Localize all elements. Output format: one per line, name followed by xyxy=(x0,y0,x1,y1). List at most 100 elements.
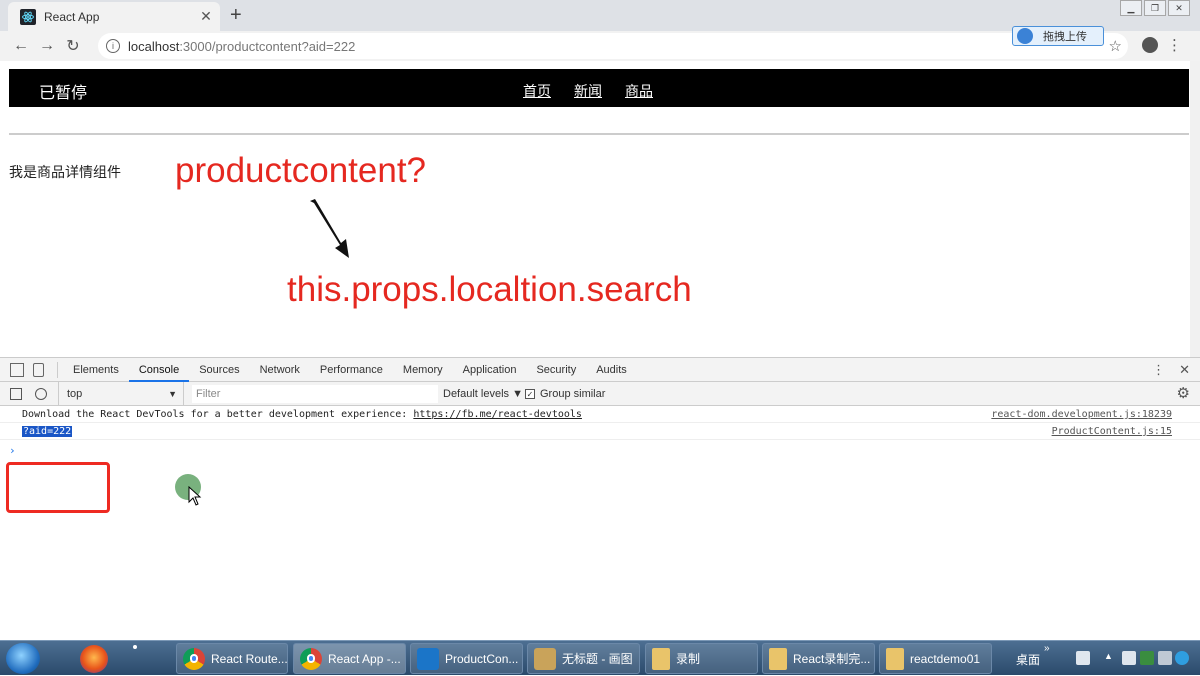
tab-elements[interactable]: Elements xyxy=(63,358,129,382)
devtools-tabs: Elements Console Sources Network Perform… xyxy=(63,358,637,382)
group-similar-label: Group similar xyxy=(540,388,606,400)
network-icon[interactable] xyxy=(1140,651,1154,665)
reload-icon[interactable]: ↻ xyxy=(60,36,86,56)
devtools-link[interactable]: https://fb.me/react-devtools xyxy=(413,409,582,420)
tab-title: React App xyxy=(44,9,100,24)
close-window-icon[interactable]: ✕ xyxy=(1168,0,1190,16)
back-icon[interactable]: ← xyxy=(8,37,34,55)
taskbar-item[interactable]: ProductCon... xyxy=(410,643,523,674)
taskbar-item[interactable]: React Route... xyxy=(176,643,288,674)
keyboard-icon[interactable] xyxy=(1076,651,1090,665)
tab-audits[interactable]: Audits xyxy=(586,358,637,382)
tab-console[interactable]: Console xyxy=(128,358,190,382)
source-link[interactable]: react-dom.development.js:18239 xyxy=(991,409,1172,420)
page-scrollbar[interactable] xyxy=(1190,61,1200,357)
checkbox-checked-icon[interactable]: ✓ xyxy=(525,389,535,399)
taskbar-item-label: 录制 xyxy=(676,652,701,666)
nav-link-news[interactable]: 新闻 xyxy=(574,81,602,101)
taskbar-item-label: reactdemo01 xyxy=(910,651,981,666)
tray-expand-icon[interactable]: ▲ xyxy=(1104,651,1118,665)
header-brand: 已暂停 xyxy=(39,85,88,102)
console-output: Download the React DevTools for a better… xyxy=(0,406,1200,641)
devtools-close-icon[interactable]: ✕ xyxy=(1179,362,1190,378)
tab-sources[interactable]: Sources xyxy=(189,358,249,382)
restore-icon[interactable]: ❐ xyxy=(1144,0,1166,16)
taskbar-item[interactable]: React App -... xyxy=(293,643,406,674)
volume-icon[interactable] xyxy=(1158,651,1172,665)
console-filter-input[interactable]: Filter xyxy=(192,385,438,403)
menu-icon[interactable]: ⋮ xyxy=(1167,36,1182,54)
console-prompt[interactable]: › xyxy=(9,444,16,457)
devtools-menu-icon[interactable]: ⋮ xyxy=(1152,362,1165,378)
start-button[interactable] xyxy=(6,643,40,674)
main-nav: 首页 新闻 商品 xyxy=(523,81,653,101)
upload-label: 拖拽上传 xyxy=(1043,31,1087,43)
devtools-panel: Elements Console Sources Network Perform… xyxy=(0,357,1200,640)
console-row: ?aid=222 ProductContent.js:15 xyxy=(0,423,1200,440)
taskbar-item-label: React Route... xyxy=(211,651,288,666)
profile-icon[interactable] xyxy=(1142,37,1158,53)
console-message: ?aid=222 xyxy=(22,426,73,437)
log-levels-dropdown[interactable]: Default levels ▼ xyxy=(443,382,523,406)
tray-status-icon[interactable] xyxy=(1175,651,1189,665)
taskbar-item[interactable]: React录制完... xyxy=(762,643,875,674)
annotation-query: productcontent? xyxy=(175,151,427,190)
chevron-down-icon: ▼ xyxy=(168,389,177,399)
new-tab-button[interactable]: + xyxy=(230,4,242,27)
tab-network[interactable]: Network xyxy=(250,358,310,382)
chrome-icon xyxy=(183,647,205,670)
taskbar-item-label: React App -... xyxy=(328,651,401,666)
site-info-icon[interactable]: i xyxy=(106,39,120,53)
devtools-tab-bar: Elements Console Sources Network Perform… xyxy=(0,358,1200,382)
mouse-cursor-icon xyxy=(188,486,202,506)
annotation-props: this.props.localtion.search xyxy=(287,270,692,309)
nav-link-products[interactable]: 商品 xyxy=(625,81,653,101)
system-tray: 桌面 » ▲ xyxy=(1010,641,1200,676)
device-toolbar-icon[interactable] xyxy=(33,363,44,377)
divider xyxy=(9,133,1189,135)
firefox-icon[interactable] xyxy=(80,645,108,673)
desktop-toolbar-label[interactable]: 桌面 xyxy=(1016,651,1040,668)
tab-security[interactable]: Security xyxy=(526,358,586,382)
taskbar-item[interactable]: reactdemo01 xyxy=(879,643,992,674)
tab-application[interactable]: Application xyxy=(453,358,527,382)
product-content-text: 我是商品详情组件 xyxy=(9,164,121,180)
os-taskbar: React Route... React App -... ProductCon… xyxy=(0,640,1200,675)
bookmark-star-icon[interactable]: ☆ xyxy=(1109,37,1122,55)
taskbar-item[interactable]: 录制 xyxy=(645,643,758,674)
clear-console-icon[interactable] xyxy=(35,388,47,400)
site-header: 已暂停 首页 新闻 商品 xyxy=(9,69,1189,107)
url-host: localhost xyxy=(128,38,180,54)
taskbar-item-label: ProductCon... xyxy=(445,651,519,666)
annotation-arrow-icon xyxy=(310,199,349,258)
taskbar-item[interactable]: 无标题 - 画图 xyxy=(527,643,640,674)
url-text: localhost:3000/productcontent?aid=222 xyxy=(128,39,355,54)
url-path: :3000/productcontent?aid=222 xyxy=(179,38,356,54)
url-bar[interactable]: i localhost:3000/productcontent?aid=222 xyxy=(98,33,1128,59)
console-text-selected[interactable]: ?aid=222 xyxy=(22,426,73,437)
folder-icon xyxy=(886,647,904,670)
toolbar-separator xyxy=(57,362,58,378)
nav-link-home[interactable]: 首页 xyxy=(523,81,551,101)
tab-react-app[interactable]: React App ✕ xyxy=(8,2,220,31)
minimize-icon[interactable]: ▁ xyxy=(1120,0,1142,16)
gear-icon[interactable]: ⚙ xyxy=(1177,384,1190,402)
show-sidebar-icon[interactable] xyxy=(10,388,22,400)
tab-performance[interactable]: Performance xyxy=(310,358,393,382)
devtools-right-controls: ⋮ ✕ xyxy=(1152,362,1190,378)
forward-icon[interactable]: → xyxy=(34,37,60,55)
group-similar-toggle[interactable]: ✓ Group similar xyxy=(525,382,605,406)
drag-upload-button[interactable]: 拖拽上传 xyxy=(1012,26,1104,46)
vscode-icon xyxy=(417,647,439,670)
tray-app-icon[interactable] xyxy=(1122,651,1136,665)
tab-memory[interactable]: Memory xyxy=(393,358,453,382)
context-value: top xyxy=(67,388,83,400)
console-message: Download the React DevTools for a better… xyxy=(22,409,582,420)
inspect-element-icon[interactable] xyxy=(10,363,24,377)
tab-close-icon[interactable]: ✕ xyxy=(198,8,214,25)
source-link[interactable]: ProductContent.js:15 xyxy=(1052,426,1172,437)
folder-icon xyxy=(769,647,787,670)
chevron-right-icon[interactable]: » xyxy=(1044,643,1050,654)
cloud-icon xyxy=(1017,28,1033,44)
context-select[interactable]: top ▼ xyxy=(58,382,184,406)
